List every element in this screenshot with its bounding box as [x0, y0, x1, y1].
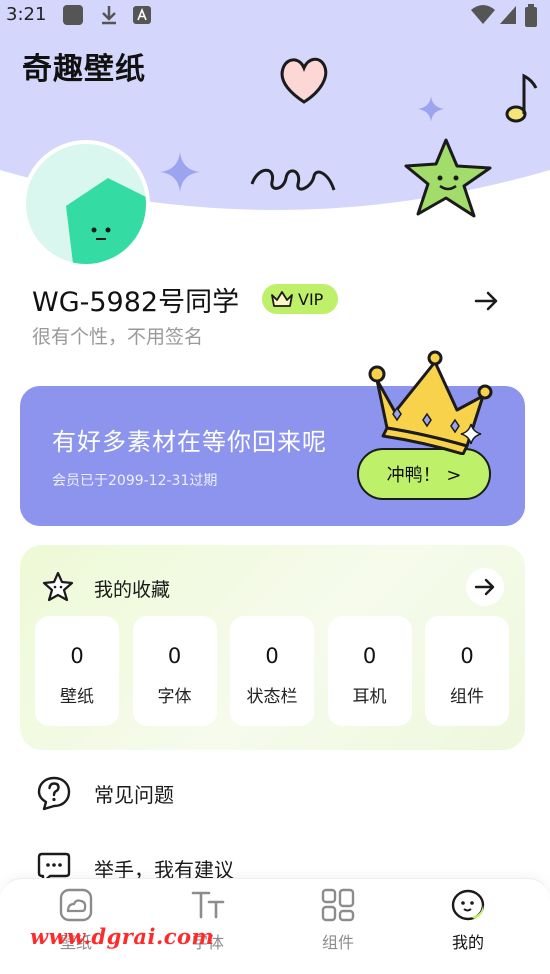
profile-arrow-icon[interactable] — [474, 289, 500, 313]
nav-label: 组件 — [321, 933, 354, 952]
menu-item-faq[interactable]: 常见问题 — [36, 775, 174, 811]
status-time: 3:21 — [6, 4, 47, 25]
mascot-icon — [451, 889, 485, 921]
nav-tab-widget[interactable]: 组件 — [288, 887, 388, 962]
crown-icon — [271, 291, 293, 307]
stat-statusbar[interactable]: 0 状态栏 — [230, 616, 314, 726]
stat-label: 耳机 — [352, 687, 387, 707]
banner-expire-text: 会员已于2099-12-31过期 — [52, 473, 218, 489]
stat-label: 组件 — [450, 687, 484, 707]
squiggle-doodle-icon — [250, 168, 336, 191]
app-title: 奇趣壁纸 — [22, 52, 146, 87]
music-note-doodle-icon — [505, 73, 538, 123]
stat-wallpaper[interactable]: 0 壁纸 — [35, 616, 119, 726]
stat-widget[interactable]: 0 组件 — [425, 616, 509, 726]
wifi-icon — [471, 5, 495, 24]
sparkle-small-icon — [418, 96, 444, 122]
wallpaper-icon — [59, 888, 93, 922]
banner-title: 有好多素材在等你回来呢 — [52, 428, 327, 456]
smiling-star-icon — [404, 138, 492, 218]
signal-icon — [500, 6, 516, 24]
renew-button[interactable]: 冲鸭！ > — [357, 448, 491, 500]
stat-earphone[interactable]: 0 耳机 — [327, 616, 412, 726]
stat-value: 0 — [460, 644, 474, 668]
status-bar: 3:21 — [0, 0, 550, 30]
stat-value: 0 — [167, 644, 182, 668]
app-notification-icon — [63, 5, 83, 25]
favorites-card: 我的收藏 0 壁纸 0 字体 0 状态栏 0 耳机 0 组件 — [20, 545, 525, 750]
favorites-title: 我的收藏 — [94, 579, 171, 601]
username[interactable]: WG-5982号同学 — [32, 280, 239, 319]
favorites-stats: 0 壁纸 0 字体 0 状态栏 0 耳机 0 组件 — [35, 616, 509, 726]
stat-label: 壁纸 — [60, 687, 94, 707]
watermark: www.dgrai.com — [30, 924, 215, 949]
nav-tab-me[interactable]: 我的 — [418, 887, 518, 962]
stat-value: 0 — [362, 644, 377, 668]
heart-doodle-icon — [280, 57, 328, 104]
font-icon — [191, 891, 225, 919]
star-face-icon — [42, 571, 74, 602]
avatar[interactable] — [22, 140, 150, 268]
widget-icon — [321, 888, 355, 922]
signature: 很有个性，不用签名 — [32, 326, 204, 348]
stat-font[interactable]: 0 字体 — [132, 616, 217, 726]
avatar-character-icon — [66, 178, 146, 264]
arrow-right-icon — [474, 578, 495, 596]
stat-value: 0 — [265, 644, 279, 668]
vip-badge[interactable]: VIP — [262, 284, 338, 314]
question-bubble-icon — [37, 776, 71, 811]
battery-icon — [525, 4, 537, 27]
stat-label: 状态栏 — [246, 687, 298, 707]
download-icon — [102, 6, 116, 25]
crown-illustration-icon — [368, 350, 493, 455]
menu-label: 常见问题 — [94, 782, 174, 807]
vip-label: VIP — [298, 289, 324, 309]
stat-value: 0 — [70, 644, 84, 668]
sparkle-large-icon — [160, 152, 200, 192]
a-notification-icon — [133, 6, 151, 24]
favorites-arrow-button[interactable] — [466, 568, 504, 606]
stat-label: 字体 — [157, 687, 192, 707]
nav-label: 我的 — [451, 933, 484, 952]
